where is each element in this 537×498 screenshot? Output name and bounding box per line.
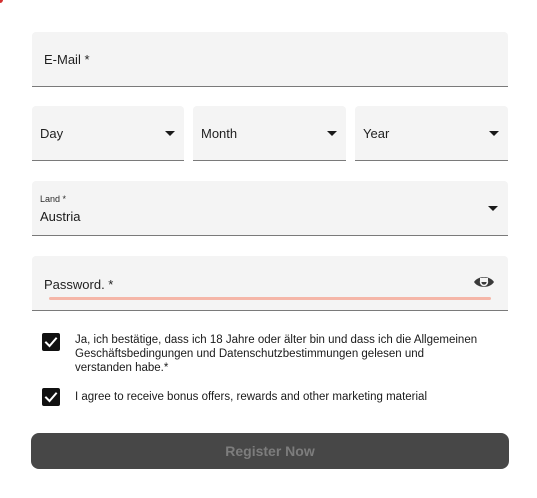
marketing-consent: I agree to receive bonus offers, rewards… xyxy=(42,388,502,406)
month-label: Month xyxy=(201,126,238,141)
year-label: Year xyxy=(363,126,390,141)
register-button[interactable]: Register Now xyxy=(31,433,509,469)
age-terms-text: Ja, ich bestätige, dass ich 18 Jahre ode… xyxy=(75,334,478,374)
day-select[interactable]: Day xyxy=(32,106,184,161)
country-label: Land * xyxy=(40,194,67,204)
chevron-down-icon xyxy=(165,131,175,136)
password-error-underline xyxy=(49,297,491,300)
month-select[interactable]: Month xyxy=(193,106,346,161)
marketing-checkbox[interactable] xyxy=(42,388,60,406)
chevron-down-icon xyxy=(489,131,499,136)
year-select[interactable]: Year xyxy=(355,106,508,161)
chevron-down-icon xyxy=(327,131,337,136)
country-value: Austria xyxy=(40,209,81,224)
age-terms-checkbox[interactable] xyxy=(42,333,60,351)
password-label: Password. * xyxy=(44,277,114,292)
email-field[interactable]: E-Mail * xyxy=(32,32,508,87)
corner-mark xyxy=(0,0,3,3)
country-select[interactable]: Land * Austria xyxy=(32,181,508,236)
day-label: Day xyxy=(40,126,64,141)
password-field[interactable]: Password. * xyxy=(32,256,508,311)
eye-icon[interactable] xyxy=(473,274,495,290)
email-label: E-Mail * xyxy=(44,52,90,67)
checkmark-icon xyxy=(44,337,58,348)
chevron-down-icon xyxy=(488,206,498,211)
age-terms-consent: Ja, ich bestätige, dass ich 18 Jahre ode… xyxy=(42,333,482,375)
marketing-text: I agree to receive bonus offers, rewards… xyxy=(75,391,427,403)
checkmark-icon xyxy=(44,392,58,403)
